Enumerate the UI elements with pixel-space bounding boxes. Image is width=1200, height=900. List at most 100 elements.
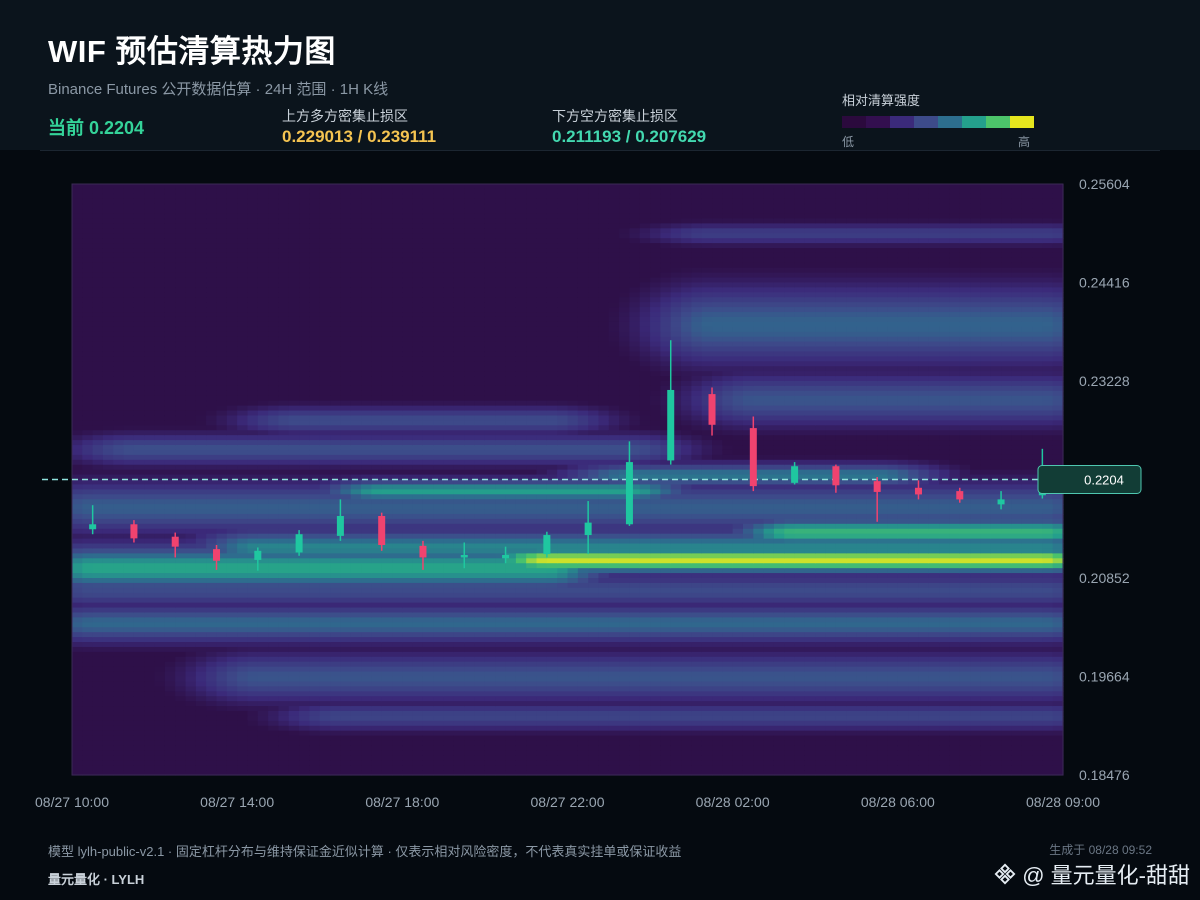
heat-cell — [402, 287, 414, 293]
heat-cell — [361, 691, 372, 697]
heat-cell — [392, 666, 403, 673]
heat-cell — [474, 607, 486, 614]
heat-cell — [72, 238, 83, 244]
heat-cell — [154, 287, 166, 293]
heat-cell — [257, 617, 269, 623]
heat-cell — [164, 573, 176, 579]
heat-cell — [237, 691, 249, 697]
heat-cell — [495, 228, 507, 234]
heat-cell — [495, 425, 507, 431]
heat-cell — [113, 701, 125, 707]
heat-cell — [299, 504, 311, 510]
heat-cell — [133, 499, 145, 505]
heat-cell — [206, 513, 218, 520]
heat-cell — [123, 720, 135, 727]
heat-cell — [433, 469, 445, 476]
heat-cell — [195, 592, 207, 599]
heat-cell — [453, 686, 465, 692]
heat-cell — [206, 184, 218, 190]
heat-cell — [402, 449, 414, 456]
heat-cell — [206, 518, 218, 525]
heat-cell — [330, 666, 341, 673]
heat-cell — [299, 331, 311, 338]
heat-cell — [113, 415, 125, 421]
heat-cell — [402, 223, 414, 229]
heat-cell — [381, 454, 393, 461]
heat-cell — [257, 198, 269, 205]
heat-cell — [299, 198, 311, 205]
heat-cell — [361, 597, 372, 604]
heat-cell — [206, 671, 218, 678]
heat-cell — [144, 223, 156, 229]
heat-cell — [185, 587, 197, 594]
heat-cell — [422, 430, 434, 436]
heat-cell — [464, 651, 476, 658]
heat-cell — [392, 617, 403, 623]
heat-cell — [185, 198, 197, 205]
heat-cell — [206, 366, 218, 372]
heat-cell — [319, 307, 331, 313]
heat-cell — [195, 336, 207, 343]
heat-cell — [82, 504, 94, 510]
heat-cell — [123, 607, 135, 614]
heat-cell — [371, 686, 383, 692]
heat-cell — [185, 533, 197, 540]
heat-cell — [102, 558, 114, 564]
heat-cell — [464, 725, 476, 732]
heat-cell — [113, 642, 125, 648]
heat-cell — [288, 489, 300, 495]
heat-cell — [268, 612, 280, 618]
heat-cell — [381, 632, 393, 638]
heat-cell — [133, 656, 145, 663]
heat-cell — [206, 735, 218, 742]
heat-cell — [278, 632, 290, 638]
heat-cell — [464, 381, 476, 387]
heat-cell — [247, 651, 259, 658]
heat-cell — [206, 336, 218, 343]
heat-cell — [175, 518, 187, 525]
heat-cell — [433, 573, 445, 579]
heat-cell — [371, 676, 383, 683]
heat-cell — [361, 469, 372, 476]
heat-cell — [309, 405, 321, 412]
heat-cell — [402, 720, 414, 727]
heat-cell — [288, 681, 300, 687]
heat-cell — [392, 740, 403, 747]
heat-cell — [371, 371, 383, 377]
heat-cell — [371, 277, 383, 284]
heat-cell — [102, 710, 114, 717]
heat-cell — [82, 509, 94, 515]
heat-cell — [484, 321, 496, 328]
heat-cell — [247, 765, 259, 771]
heat-cell — [268, 208, 280, 215]
heat-cell — [123, 548, 135, 554]
heat-cell — [268, 617, 280, 623]
heat-cell — [392, 420, 403, 426]
heat-cell — [484, 198, 496, 205]
heat-cell — [144, 494, 156, 500]
heat-cell — [164, 248, 176, 254]
heat-cell — [164, 454, 176, 461]
heat-cell — [185, 400, 197, 407]
heat-cell — [195, 745, 207, 751]
heat-cell — [133, 642, 145, 648]
heat-cell — [82, 385, 94, 392]
heat-cell — [443, 371, 455, 377]
heat-cell — [340, 676, 352, 683]
heat-cell — [154, 252, 166, 259]
heat-cell — [330, 765, 341, 771]
heat-cell — [443, 435, 455, 441]
heat-cell — [422, 331, 434, 338]
legend-swatch-6 — [986, 116, 1010, 128]
heat-cell — [144, 765, 156, 771]
heat-cell — [319, 376, 331, 382]
heat-cell — [412, 513, 424, 520]
heat-cell — [443, 208, 455, 215]
heat-cell — [133, 262, 145, 269]
heat-cell — [361, 548, 372, 554]
heat-cell — [330, 464, 341, 471]
heat-cell — [443, 696, 455, 702]
heat-cell — [216, 356, 228, 362]
heat-cell — [278, 513, 290, 520]
heat-cell — [464, 184, 476, 190]
